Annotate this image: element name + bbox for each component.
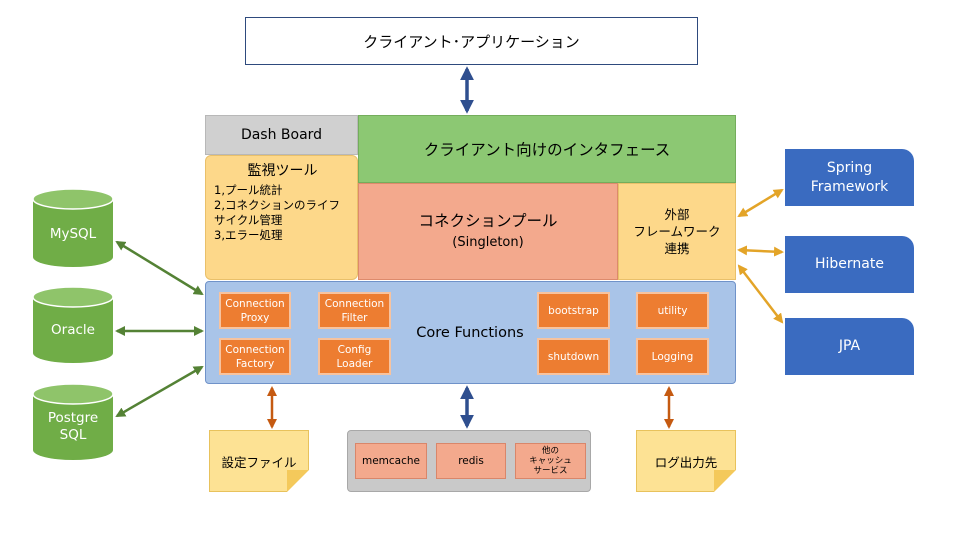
memcache-box: memcache <box>355 443 427 479</box>
client-application-label: クライアント･アプリケーション <box>363 32 580 51</box>
shutdown-label: shutdown <box>547 350 600 363</box>
monitoring-item: サイクル管理 <box>214 213 283 227</box>
note-fold-icon <box>287 470 309 492</box>
arrow-ext-hibernate <box>737 245 784 257</box>
monitoring-item: 3,エラー処理 <box>214 228 283 242</box>
jpa-label: JPA <box>838 338 861 354</box>
connection-filter-box: Connection Filter <box>318 292 391 329</box>
utility-label: utility <box>657 304 688 317</box>
hibernate-label: Hibernate <box>815 256 884 272</box>
connection-filter-line: Filter <box>341 311 368 324</box>
jpa-box: JPA <box>785 318 914 375</box>
mysql-label: MySQL <box>32 210 114 258</box>
connection-pool-title: コネクションプール <box>418 211 558 230</box>
config-file-note: 設定ファイル <box>209 430 309 492</box>
postgresql-label: Postgre SQL <box>32 403 114 451</box>
arrow-ext-spring <box>737 188 784 218</box>
external-integration-box: 外部 フレームワーク 連携 <box>618 183 736 280</box>
connection-pool-box: コネクションプール (Singleton) <box>358 183 618 280</box>
bootstrap-box: bootstrap <box>537 292 610 329</box>
other-cache-line: サービス <box>533 466 568 476</box>
logging-box: Logging <box>636 338 709 375</box>
arrow-postgresql-core <box>115 365 204 418</box>
spring-framework-line: Framework <box>810 178 889 195</box>
dashboard-label: Dash Board <box>240 127 323 143</box>
config-loader-box: Config Loader <box>318 338 391 375</box>
dashboard-box: Dash Board <box>205 115 358 155</box>
arrow-ext-jpa <box>737 264 784 324</box>
logging-label: Logging <box>651 350 694 363</box>
redis-box: redis <box>436 443 506 479</box>
connection-proxy-line: Connection <box>225 297 285 310</box>
client-interface-label: クライアント向けのインタフェース <box>423 141 671 159</box>
connection-pool-subtitle: (Singleton) <box>452 234 524 250</box>
other-cache-box: 他の キャッシュ サービス <box>515 443 586 479</box>
bootstrap-label: bootstrap <box>548 304 599 317</box>
postgresql-label-line: Postgre <box>47 410 99 426</box>
other-cache-line: キャッシュ <box>529 456 572 466</box>
client-interface-box: クライアント向けのインタフェース <box>358 115 736 183</box>
client-application-box: クライアント･アプリケーション <box>245 17 698 65</box>
monitoring-item: 2,コネクションのライフ <box>214 198 340 212</box>
connection-proxy-box: Connection Proxy <box>219 292 291 329</box>
config-loader-line: Config <box>337 343 372 356</box>
note-fold-icon <box>714 470 736 492</box>
external-integration-line: 連携 <box>664 241 690 256</box>
core-functions-label: Core Functions <box>416 325 524 341</box>
memcache-label: memcache <box>361 454 420 467</box>
utility-box: utility <box>636 292 709 329</box>
config-loader-line: Loader <box>336 357 373 370</box>
shutdown-box: shutdown <box>537 338 610 375</box>
arrow-mysql-core <box>115 240 204 296</box>
external-integration-line: フレームワーク <box>633 224 721 239</box>
monitoring-tool-title: 監視ツール <box>247 163 318 179</box>
monitoring-tool-box: 監視ツール 1,プール統計 2,コネクションのライフ サイクル管理 3,エラー処… <box>205 155 358 280</box>
connection-factory-box: Connection Factory <box>219 338 291 375</box>
log-output-note: ログ出力先 <box>636 430 736 492</box>
connection-factory-line: Factory <box>235 357 275 370</box>
hibernate-box: Hibernate <box>785 236 914 293</box>
other-cache-line: 他の <box>541 446 559 456</box>
log-output-label: ログ出力先 <box>654 454 718 470</box>
oracle-label: Oracle <box>32 306 114 354</box>
monitoring-item: 1,プール統計 <box>214 183 283 197</box>
connection-filter-line: Connection <box>324 297 385 310</box>
connection-proxy-line: Proxy <box>240 311 270 324</box>
external-integration-line: 外部 <box>664 207 690 222</box>
redis-label: redis <box>458 454 484 467</box>
postgresql-label-line: SQL <box>59 427 87 443</box>
config-file-label: 設定ファイル <box>221 454 297 470</box>
connection-factory-line: Connection <box>225 343 285 356</box>
oracle-label-line: Oracle <box>51 321 95 338</box>
spring-framework-line: Spring <box>826 159 873 176</box>
mysql-label-line: MySQL <box>49 225 97 242</box>
spring-framework-box: Spring Framework <box>785 149 914 206</box>
